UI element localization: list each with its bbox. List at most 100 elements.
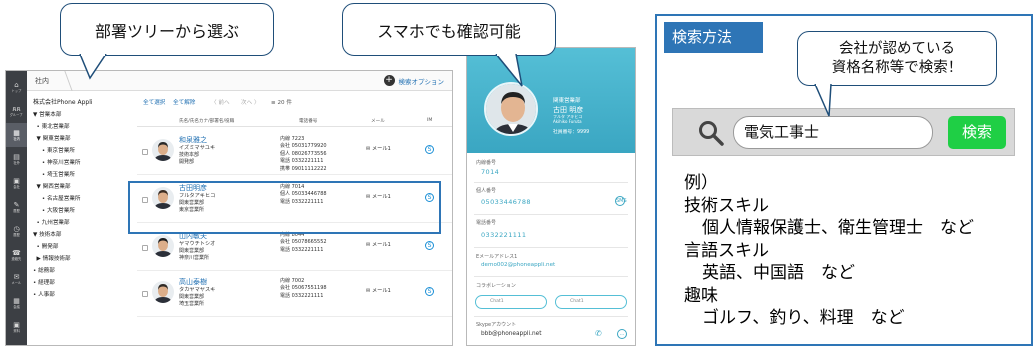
rail-item[interactable]: ▣ 資料 (6, 315, 27, 339)
tree-node[interactable]: • 総務部 (33, 265, 137, 277)
tree-node[interactable]: ▼ 関東営業部 (33, 133, 137, 145)
clear-all-link[interactable]: 全て解除 (173, 98, 195, 106)
rail-icon: ጸጸ (12, 104, 21, 113)
search-button[interactable]: 検索 (948, 116, 1006, 149)
callout-smartphone-tail (495, 54, 523, 87)
phone-number[interactable]: 内線 7002 (280, 277, 304, 284)
search-icon (699, 121, 724, 146)
breadcrumb[interactable]: 社内 (35, 76, 49, 86)
sms-icon[interactable]: SMS (615, 196, 627, 206)
next-page-link[interactable]: 次へ 〉 (241, 98, 260, 106)
rail-label: 資料 (13, 328, 20, 333)
callout-dept-tree-tail (79, 54, 107, 80)
phone-number[interactable]: 会社 05067551198 (280, 284, 327, 291)
phone-number[interactable]: 会社 05078665552 (280, 238, 327, 245)
tree-node[interactable]: • 東北営業部 (33, 121, 137, 133)
rail-icon: ⌂ (14, 80, 19, 89)
avatar (152, 139, 174, 161)
rail-icon: ▣ (13, 176, 20, 185)
skype-icon[interactable]: S (425, 145, 434, 154)
row-checkbox[interactable] (142, 149, 148, 155)
divider (474, 276, 628, 277)
rail-icon: ✉ (13, 272, 20, 281)
plus-icon: + (383, 75, 395, 86)
breadcrumb-chevron (53, 71, 73, 91)
chat-button-2[interactable]: Chat1 (555, 295, 627, 309)
field-skype-value[interactable]: bbb@phoneappli.net (481, 331, 541, 337)
mail-link[interactable]: ✉ メール1 (366, 241, 391, 248)
field-phone-value[interactable]: 0332221111 (481, 231, 526, 239)
tree-node[interactable]: • 大阪営業所 (33, 205, 137, 217)
search-options-label: 検索オプション (398, 77, 445, 86)
field-email-value[interactable]: demo002@phoneappli.net (481, 262, 555, 268)
rail-item[interactable]: ◷ 履歴 (6, 219, 27, 243)
tree-node[interactable]: • 九州営業部 (33, 217, 137, 229)
rail-icon: ✎ (13, 200, 20, 209)
rail-label: グループ (10, 112, 23, 117)
field-personal-label: 個人番号 (476, 188, 497, 194)
col-im: IM (427, 118, 433, 123)
select-all-link[interactable]: 全て選択 (143, 98, 165, 106)
tree-root[interactable]: 株式会社Phone Appli (33, 97, 137, 109)
rail-item[interactable]: ▤ 社外 (6, 147, 27, 171)
search-method-panel: 検索方法 会社が認めている 資格名称等で検索！ 電気工事士 検索 例） 技術スキ… (655, 14, 1033, 346)
rail-item[interactable]: ጸጸ グループ (6, 99, 27, 123)
chat-button-1[interactable]: Chat1 (475, 295, 547, 309)
row-checkbox[interactable] (142, 245, 148, 251)
skype-icon[interactable]: S (425, 241, 434, 250)
field-ext-value[interactable]: 7014 (481, 168, 499, 176)
rail-icon: ▤ (13, 152, 20, 161)
tree-node[interactable]: ▼ 営業本部 (33, 109, 137, 121)
table-row[interactable]: 高山泰樹タカヤマヤスキ関東営業部埼玉営業所✉ メール1埼玉内線 7002会社 0… (137, 273, 452, 317)
tree-node[interactable]: • 名古屋営業所 (33, 193, 137, 205)
rail-label: 履歴 (13, 208, 20, 213)
field-personal-value[interactable]: 05033446788 (481, 198, 531, 206)
tree-node[interactable]: • 人事部 (33, 289, 137, 301)
employee-office: 神奈川営業所 (179, 255, 210, 261)
table-row[interactable]: 和泉雅之イズミマサユキ技術本部開発部✉ メール1AIC内線 7223会社 050… (137, 131, 452, 175)
divider (474, 214, 628, 215)
avatar (152, 235, 174, 257)
phone-number[interactable]: 携帯 09011112222 (280, 165, 327, 172)
rail-item[interactable]: ☎ 連絡先 (6, 243, 27, 267)
examples-list: 例） 技術スキル 個人情報保護士、衛生管理士 など 言語スキル 英語、中国語 な… (684, 172, 974, 330)
smartphone-profile-view: 関東営業部 古田 明彦 フルタ アキヒコ Akihiko Furuta 社員番号… (466, 47, 636, 346)
callout-dept-tree-text: 部署ツリーから選ぶ (94, 21, 239, 41)
phone-number[interactable]: 会社 05031779920 (280, 142, 327, 149)
tree-node[interactable]: ▶ 情報技術部 (33, 253, 137, 265)
category-hobby-items: ゴルフ、釣り、料理 など (702, 308, 905, 328)
phone-icon[interactable]: ✆ (595, 329, 602, 338)
rail-item[interactable]: ▣ 会社 (6, 171, 27, 195)
tree-node[interactable]: • 開発部 (33, 241, 137, 253)
rail-item[interactable]: ⌂ トップ (6, 75, 27, 99)
tree-node[interactable]: • 経理部 (33, 277, 137, 289)
phone-number[interactable]: 内線 7223 (280, 135, 304, 142)
avatar (152, 281, 174, 303)
tree-node[interactable]: ▼ 関西営業部 (33, 181, 137, 193)
rail-item[interactable]: ✎ 履歴 (6, 195, 27, 219)
rail-icon: ▦ (13, 128, 20, 137)
tree-node[interactable]: ▼ 技術本部 (33, 229, 137, 241)
field-collab-label: コラボレーション (476, 283, 516, 289)
chat-icon[interactable]: … (617, 329, 627, 339)
prev-page-link[interactable]: 〈 前へ (211, 98, 230, 106)
phone-number[interactable]: 電話 0332221111 (280, 292, 323, 299)
employee-office: 開発部 (179, 159, 195, 165)
skype-icon[interactable]: S (425, 287, 434, 296)
rail-item[interactable]: ✉ メール (6, 267, 27, 291)
tree-node[interactable]: • 東京営業所 (33, 145, 137, 157)
rail-item[interactable]: ▦ 社内 (6, 123, 27, 147)
rail-icon: ▣ (13, 320, 20, 329)
row-checkbox[interactable] (142, 291, 148, 297)
mail-link[interactable]: ✉ メール1 (366, 287, 391, 294)
mail-link[interactable]: ✉ メール1 (366, 145, 391, 152)
phone-number[interactable]: 電話 0332221111 (280, 246, 323, 253)
rail-item[interactable]: ▦ 会議 (6, 291, 27, 315)
search-input[interactable]: 電気工事士 (733, 116, 933, 149)
phone-number[interactable]: 個人 08026773556 (280, 150, 327, 157)
tree-node[interactable]: • 埼玉営業所 (33, 169, 137, 181)
search-options-button[interactable]: + 検索オプション (383, 75, 445, 86)
tree-node[interactable]: • 神奈川営業所 (33, 157, 137, 169)
employee-kana: タカヤマヤスキ (179, 287, 216, 293)
phone-number[interactable]: 電話 0332221111 (280, 157, 323, 164)
